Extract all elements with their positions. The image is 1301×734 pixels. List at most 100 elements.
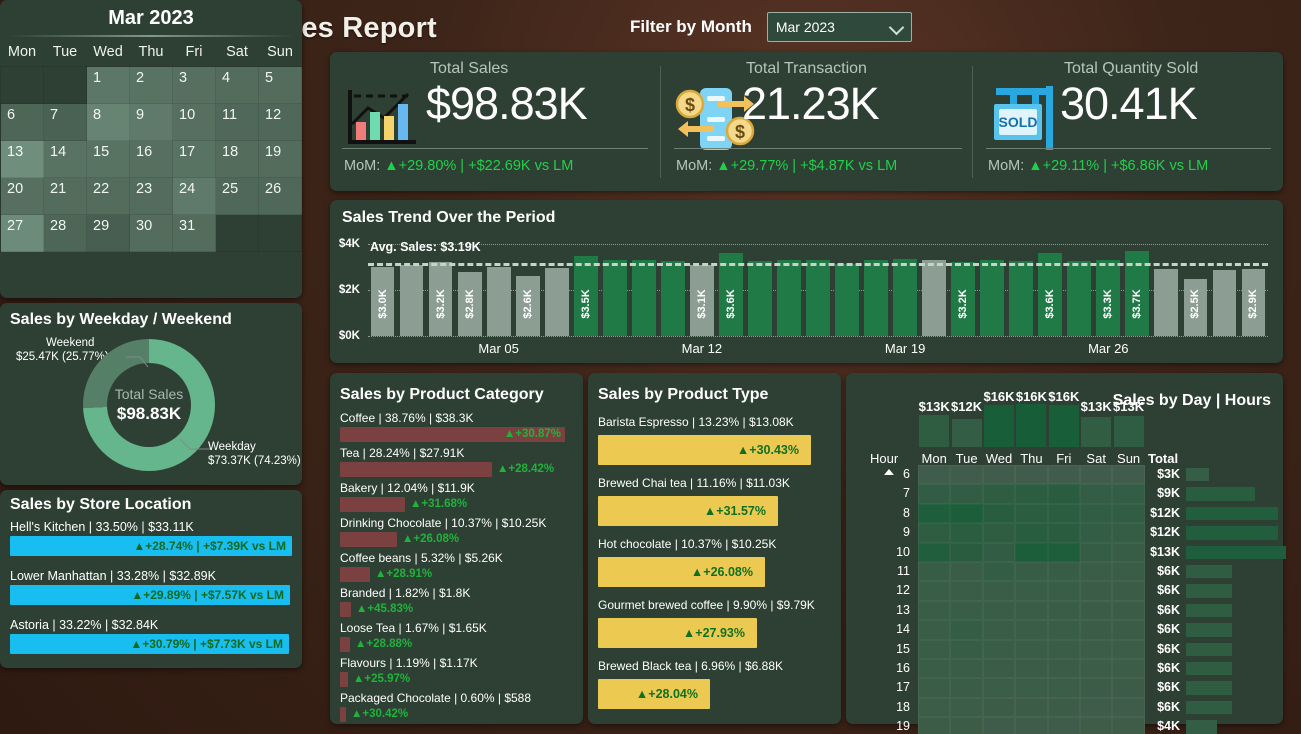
trend-bar[interactable]: $3.1K	[689, 264, 714, 336]
calendar-day[interactable]: 5	[258, 66, 302, 104]
heatmap-cell[interactable]	[1015, 717, 1048, 734]
calendar-day[interactable]: 20	[0, 177, 44, 215]
heatmap-cell[interactable]	[1015, 620, 1048, 640]
heatmap-cell[interactable]	[918, 620, 951, 640]
heatmap-cell[interactable]	[950, 620, 983, 640]
calendar-day[interactable]: 1	[86, 66, 130, 104]
calendar-day[interactable]: 4	[215, 66, 259, 104]
heatmap-cell[interactable]	[1047, 659, 1080, 679]
heatmap-cell[interactable]	[982, 697, 1016, 718]
trend-bar[interactable]	[1212, 270, 1237, 336]
heatmap-cell[interactable]	[982, 600, 1016, 621]
trend-bar[interactable]	[835, 263, 859, 336]
calendar-day[interactable]: 12	[258, 103, 302, 141]
heatmap-cell[interactable]	[1080, 639, 1113, 659]
trend-bar[interactable]	[602, 260, 627, 336]
calendar-day[interactable]: 24	[172, 177, 216, 215]
heatmap-cell[interactable]	[918, 542, 951, 562]
trend-bar[interactable]	[544, 268, 569, 336]
heatmap-total-bar[interactable]	[1186, 720, 1217, 734]
store-location-item[interactable]: Hell's Kitchen | 33.50% | $33.11K ▲+28.74…	[10, 520, 292, 556]
store-location-item[interactable]: Astoria | 33.22% | $32.84K ▲+30.79% | +$7…	[10, 618, 292, 654]
product-category-item[interactable]: Tea | 28.24% | $27.91K ▲+28.42%	[340, 446, 576, 477]
heatmap-cell[interactable]	[982, 523, 1016, 543]
calendar-day[interactable]: 13	[0, 140, 44, 178]
heatmap-cell[interactable]	[982, 620, 1016, 640]
heatmap-cell[interactable]	[918, 639, 951, 659]
heatmap-cell[interactable]	[1015, 581, 1048, 601]
calendar-day[interactable]: 3	[172, 66, 216, 104]
heatmap-cell[interactable]	[918, 697, 951, 718]
month-select[interactable]: Mar 2023	[766, 12, 912, 42]
heatmap-cell[interactable]	[1047, 717, 1080, 734]
calendar-day[interactable]: 17	[172, 140, 216, 178]
trend-bar[interactable]	[864, 260, 888, 336]
trend-bar[interactable]: $3.5K	[573, 255, 598, 336]
trend-bar[interactable]	[806, 260, 830, 336]
heatmap-cell[interactable]	[1015, 523, 1048, 543]
heatmap-cell[interactable]	[950, 600, 983, 621]
heatmap-total-bar[interactable]	[1186, 487, 1256, 501]
calendar-day[interactable]: 15	[86, 140, 130, 178]
calendar-day[interactable]: 26	[258, 177, 302, 215]
heatmap-cell[interactable]	[1047, 581, 1080, 601]
heatmap-cell[interactable]	[1015, 659, 1048, 679]
heatmap-cell[interactable]	[1047, 542, 1080, 562]
heatmap-cell[interactable]	[1047, 639, 1080, 659]
heatmap-cell[interactable]	[1015, 678, 1048, 698]
heatmap-cell[interactable]	[1015, 562, 1048, 582]
heatmap-total-bar[interactable]	[1186, 642, 1233, 656]
calendar-day[interactable]: 7	[43, 103, 87, 141]
heatmap-cell[interactable]	[950, 639, 983, 659]
calendar-day[interactable]: 6	[0, 103, 44, 141]
calendar-day[interactable]: 8	[86, 103, 130, 141]
trend-bar[interactable]: $2.5K	[1183, 278, 1208, 336]
trend-bar[interactable]	[486, 267, 511, 336]
trend-bar[interactable]: $2.6K	[515, 276, 540, 336]
heatmap-cell[interactable]	[1080, 484, 1113, 504]
heatmap-cell[interactable]	[950, 542, 983, 562]
heatmap-cell[interactable]	[1080, 465, 1113, 485]
heatmap-cell[interactable]	[1047, 465, 1080, 485]
calendar-day[interactable]: 29	[86, 214, 130, 252]
heatmap-total-bar[interactable]	[1186, 468, 1210, 482]
heatmap-cell[interactable]	[1080, 600, 1113, 621]
heatmap-cell[interactable]	[1047, 503, 1080, 524]
calendar-day[interactable]: 11	[215, 103, 259, 141]
trend-bar[interactable]: $3.2K	[428, 262, 453, 336]
heatmap-total-bar[interactable]	[1186, 506, 1279, 521]
heatmap-cell[interactable]	[1080, 678, 1113, 698]
heatmap-cell[interactable]	[1080, 697, 1113, 718]
product-category-item[interactable]: Coffee | 38.76% | $38.3K ▲+30.87%	[340, 411, 576, 442]
heatmap-cell[interactable]	[1015, 484, 1048, 504]
heatmap-total-bar[interactable]	[1186, 662, 1233, 676]
calendar-day[interactable]: 18	[215, 140, 259, 178]
heatmap-cell[interactable]	[1047, 678, 1080, 698]
trend-bar[interactable]	[1154, 269, 1179, 336]
trend-bar[interactable]	[922, 260, 947, 336]
heatmap-total-bar[interactable]	[1186, 603, 1233, 618]
trend-bar[interactable]	[631, 260, 656, 336]
heatmap-cell[interactable]	[982, 581, 1016, 601]
heatmap-cell[interactable]	[1047, 620, 1080, 640]
heatmap-cell[interactable]	[982, 659, 1016, 679]
heatmap-cell[interactable]	[950, 697, 983, 718]
trend-bar[interactable]	[1009, 261, 1034, 336]
trend-bar[interactable]: $2.8K	[457, 271, 482, 336]
calendar-day[interactable]: 2	[129, 66, 173, 104]
heatmap-total-bar[interactable]	[1186, 584, 1233, 598]
calendar-day[interactable]: 27	[0, 214, 44, 252]
trend-bar[interactable]	[777, 260, 801, 336]
heatmap-cell[interactable]	[1015, 503, 1048, 524]
calendar-day[interactable]: 14	[43, 140, 87, 178]
product-type-item[interactable]: Brewed Black tea | 6.96% | $6.88K ▲+28.04…	[598, 659, 834, 709]
calendar-day[interactable]: 30	[129, 214, 173, 252]
heatmap-cell[interactable]	[950, 484, 983, 504]
calendar-day[interactable]: 10	[172, 103, 216, 141]
heatmap-cell[interactable]	[982, 562, 1016, 582]
heatmap-cell[interactable]	[950, 659, 983, 679]
trend-bar[interactable]	[660, 261, 685, 336]
trend-bar[interactable]: $3.2K	[951, 262, 976, 336]
heatmap-cell[interactable]	[1080, 542, 1113, 562]
calendar-day[interactable]: 22	[86, 177, 130, 215]
